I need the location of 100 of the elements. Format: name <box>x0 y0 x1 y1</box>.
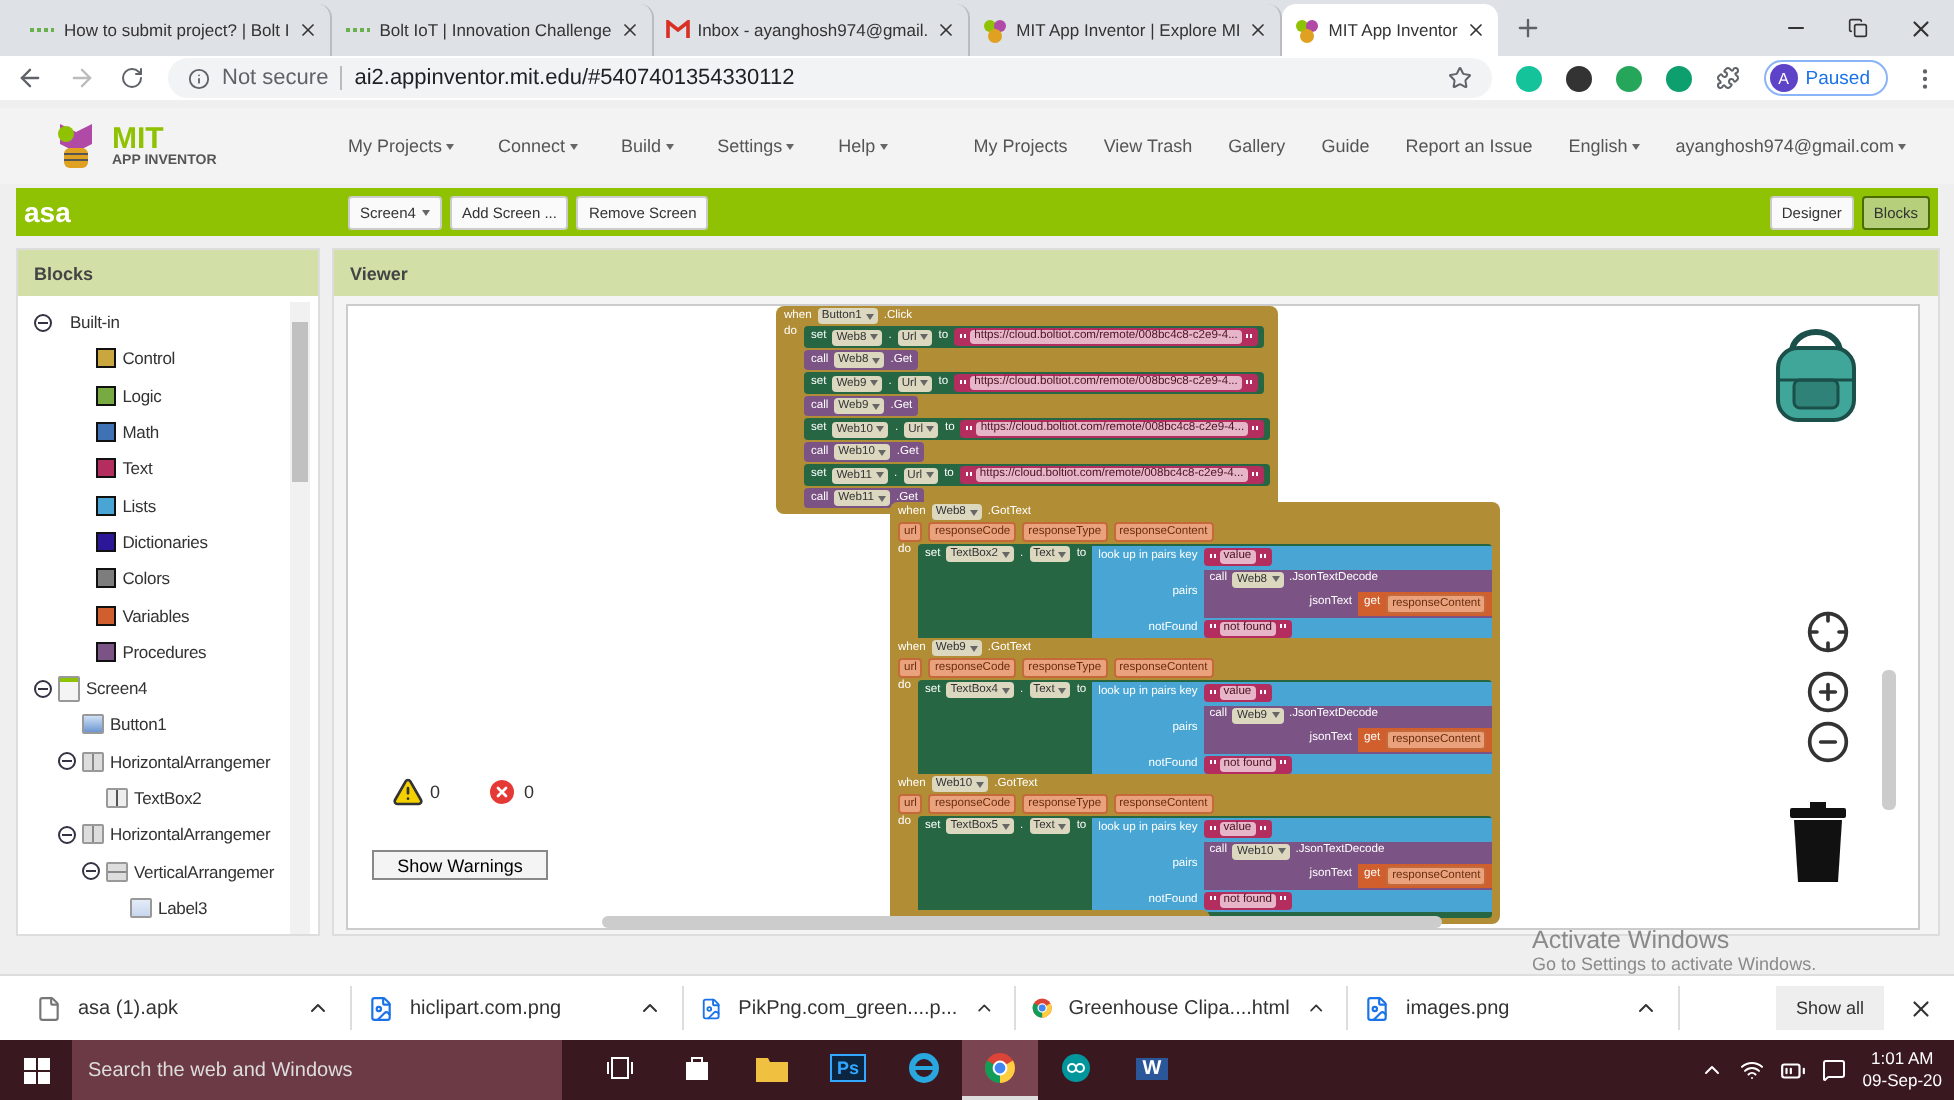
quote-icon <box>1245 333 1252 341</box>
collapse-icon[interactable] <box>58 752 76 771</box>
quote-icon <box>1209 760 1216 768</box>
photoshop-icon[interactable]: Ps <box>830 1054 865 1082</box>
tree-item-label[interactable]: VerticalArrangemer <box>134 861 275 882</box>
nav-link[interactable]: ayanghosh974@gmail.com <box>1675 136 1906 156</box>
close-icon[interactable] <box>619 20 640 40</box>
collapse-icon[interactable] <box>58 825 76 844</box>
chrome-icon[interactable] <box>984 1052 1016 1084</box>
tree-item-label[interactable]: Label3 <box>158 897 208 918</box>
quote-icon <box>966 425 973 433</box>
menu-item[interactable]: Help <box>838 136 888 156</box>
nav-link[interactable]: English <box>1568 136 1640 156</box>
clock[interactable]: 1:01 AM 09-Sep-20 <box>1862 1048 1942 1092</box>
tree-item-label[interactable]: Dictionaries <box>122 531 208 552</box>
battery-icon[interactable] <box>1780 1057 1807 1083</box>
trash-icon[interactable] <box>1788 802 1848 882</box>
backpack-icon[interactable] <box>1772 328 1860 424</box>
windows-logo-icon[interactable] <box>23 1057 49 1083</box>
tree-item-label[interactable]: Procedures <box>122 641 207 662</box>
image-file-icon <box>700 995 723 1021</box>
collapse-icon[interactable] <box>34 679 52 698</box>
tree-item-label[interactable]: HorizontalArrangemer <box>110 824 271 845</box>
download-item[interactable]: images.png <box>1348 986 1680 1030</box>
tree-item-label[interactable]: Text <box>122 458 153 479</box>
zoom-in-icon[interactable] <box>1806 670 1850 714</box>
show-warnings-button[interactable]: Show Warnings <box>372 850 548 880</box>
tree-item-label[interactable]: Built-in <box>70 312 120 333</box>
profile-button[interactable]: A Paused <box>1763 60 1888 96</box>
infinity-icon[interactable] <box>1058 1054 1094 1082</box>
tree-item-label[interactable]: Logic <box>122 385 162 406</box>
tree-item-label[interactable]: Colors <box>122 568 170 589</box>
e-logo-icon[interactable] <box>908 1052 940 1084</box>
extensions-icon[interactable] <box>1715 66 1740 90</box>
quote-icon <box>960 333 967 341</box>
download-item[interactable]: PikPng.com_green....p... <box>684 986 1016 1030</box>
image-file-icon <box>368 995 394 1021</box>
zoom-out-icon[interactable] <box>1806 720 1850 764</box>
tree-item-label[interactable]: TextBox2 <box>134 788 202 808</box>
close-icon[interactable] <box>1908 15 1934 41</box>
browser-tab[interactable]: MIT App Inventor <box>1282 4 1498 56</box>
nav-link[interactable]: Guide <box>1321 136 1370 156</box>
download-item[interactable]: Greenhouse Clipa....html <box>1016 986 1348 1030</box>
tree-item-label[interactable]: Lists <box>122 495 156 516</box>
panel-header: Viewer <box>334 250 1938 296</box>
show-all-button[interactable]: Show all <box>1775 986 1884 1030</box>
scrollbar[interactable] <box>602 916 1442 928</box>
address-bar[interactable]: Not secure ai2.appinventor.mit.edu/#5407401354330112 <box>168 58 1492 98</box>
tree-item-label[interactable]: Variables <box>122 605 190 626</box>
tree-item-label[interactable]: Button1 <box>110 714 167 735</box>
nav-link[interactable]: Gallery <box>1228 136 1286 156</box>
download-item[interactable]: hiclipart.com.png <box>352 986 684 1030</box>
extension-icon[interactable] <box>1565 65 1592 91</box>
new-tab-icon[interactable] <box>1513 14 1542 42</box>
close-icon[interactable] <box>1465 20 1486 40</box>
quote-icon <box>1279 624 1286 632</box>
taskbar-search-field[interactable]: Search the web and Windows <box>72 1040 562 1100</box>
security-label: Not secure <box>222 66 329 90</box>
button-component-icon <box>82 714 104 735</box>
tree-item-label[interactable]: HorizontalArrangemer <box>110 751 271 772</box>
shopping-bag-icon[interactable] <box>683 1054 709 1082</box>
tree-item-label[interactable]: Screen4 <box>86 678 148 699</box>
word-icon[interactable]: W <box>1136 1057 1168 1079</box>
quote-icon <box>960 379 967 387</box>
scrollbar[interactable] <box>1882 670 1896 810</box>
quote-icon <box>1251 471 1258 479</box>
menu-item[interactable]: Build <box>621 136 674 156</box>
star-icon[interactable] <box>1447 66 1472 90</box>
url-text: ai2.appinventor.mit.edu/#5407401354330112 <box>354 66 795 90</box>
close-icon[interactable] <box>936 20 957 40</box>
close-icon[interactable] <box>1908 995 1934 1021</box>
warning-count: 0 <box>430 782 441 802</box>
tree-item-label[interactable]: Control <box>122 348 176 369</box>
back-icon[interactable] <box>16 64 44 92</box>
activation-notice-text: Go to Settings to activate Windows. <box>1532 954 1817 974</box>
reload-icon[interactable] <box>120 66 144 90</box>
tree-item-label[interactable]: Math <box>122 422 159 443</box>
nav-link[interactable]: View Trash <box>1103 136 1193 156</box>
menu-item[interactable]: Connect <box>498 136 578 156</box>
notification-icon[interactable] <box>1822 1058 1847 1082</box>
task-view-icon[interactable] <box>606 1056 634 1080</box>
avatar: A <box>1769 64 1798 92</box>
file-icon <box>36 995 62 1021</box>
mail-icon <box>665 20 690 40</box>
menu-item[interactable]: Settings <box>717 136 795 156</box>
recenter-icon[interactable] <box>1806 610 1850 654</box>
close-icon[interactable] <box>297 20 318 40</box>
download-item[interactable]: asa (1).apk <box>20 986 352 1030</box>
collapse-icon[interactable] <box>82 862 100 881</box>
nav-link[interactable]: Report an Issue <box>1405 136 1533 156</box>
nav-link[interactable]: My Projects <box>973 136 1068 156</box>
restore-icon[interactable] <box>1848 18 1868 38</box>
bee-icon <box>1294 17 1321 43</box>
close-icon[interactable] <box>1248 20 1269 40</box>
quote-icon <box>965 471 972 479</box>
folder-icon[interactable] <box>756 1055 788 1081</box>
bee-icon <box>982 17 1009 43</box>
collapse-icon[interactable] <box>34 313 52 332</box>
dotted-line-icon <box>343 22 372 38</box>
menu-item[interactable]: My Projects <box>348 136 455 156</box>
